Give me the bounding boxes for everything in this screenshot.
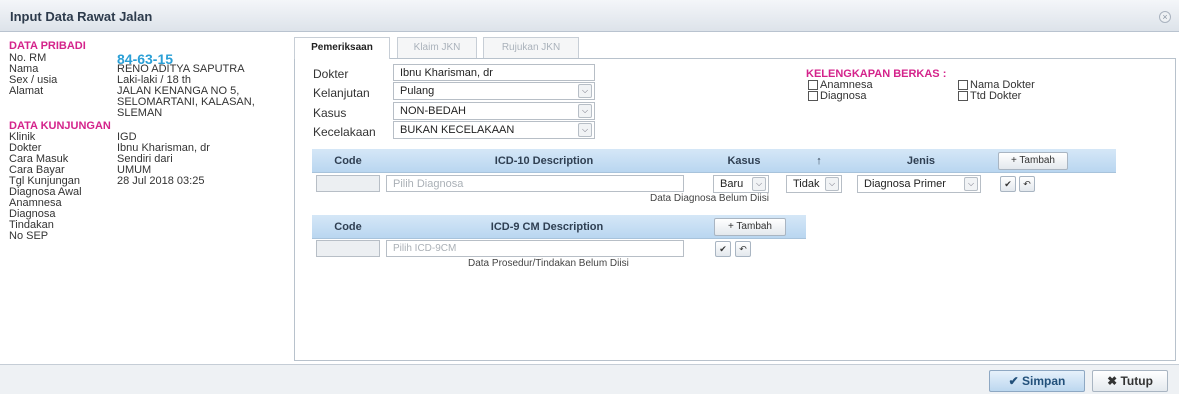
kasus-value: NON-BEDAH — [400, 105, 467, 117]
icd10-jenis-value: Diagnosa Primer — [864, 178, 946, 190]
chevron-down-icon[interactable]: ⌵ — [964, 177, 978, 191]
icd10-diagnosa-input[interactable]: Pilih Diagnosa — [386, 175, 684, 192]
tab-pemeriksaan[interactable]: Pemeriksaan — [294, 37, 390, 59]
nama-dokter-checkbox[interactable] — [958, 80, 968, 90]
icd9-tambah-button[interactable]: + Tambah — [714, 218, 786, 236]
undo-icon[interactable]: ↶ — [735, 241, 751, 257]
icd10-col-jenis: Jenis — [906, 155, 936, 167]
alamat-line-3: SLEMAN — [117, 107, 163, 119]
icd9-col-description: ICD-9 CM Description — [490, 221, 604, 233]
ttd-dokter-checkbox[interactable] — [958, 91, 968, 101]
undo-icon[interactable]: ↶ — [1019, 176, 1035, 192]
chevron-down-icon[interactable]: ⌵ — [578, 84, 592, 98]
diagnosa-checkbox[interactable] — [808, 91, 818, 101]
icd9-empty-message: Data Prosedur/Tindakan Belum Diisi — [468, 258, 629, 269]
kasus-field-label: Kasus — [313, 106, 347, 120]
section-data-pribadi: DATA PRIBADI — [9, 40, 86, 52]
kelanjutan-value: Pulang — [400, 85, 435, 97]
window-title: Input Data Rawat Jalan — [10, 9, 153, 24]
kecelakaan-value: BUKAN KECELAKAAN — [400, 124, 515, 136]
icd10-col-code: Code — [334, 155, 362, 167]
no-sep-label: No SEP — [9, 230, 49, 242]
tab-rujukan-jkn[interactable]: Rujukan JKN — [483, 37, 579, 59]
alamat-label: Alamat — [9, 85, 44, 97]
icd10-jenis-select[interactable]: Diagnosa Primer — [857, 175, 981, 193]
window-titlebar — [0, 0, 1179, 32]
kecelakaan-field-label: Kecelakaan — [313, 125, 376, 139]
icd10-col-arrow: ↑ — [816, 155, 822, 167]
icd9-col-code: Code — [334, 221, 362, 233]
dokter-input[interactable]: Ibnu Kharisman, dr — [393, 64, 595, 81]
check-icon[interactable]: ✔ — [715, 241, 731, 257]
tab-klaim-jkn[interactable]: Klaim JKN — [397, 37, 477, 59]
icd10-code-input[interactable] — [316, 175, 380, 192]
chevron-down-icon[interactable]: ⌵ — [578, 123, 592, 137]
icd10-col-description: ICD-10 Description — [494, 155, 594, 167]
check-icon[interactable]: ✔ — [1000, 176, 1016, 192]
kelanjutan-select[interactable]: Pulang — [393, 82, 595, 100]
chevron-down-icon[interactable]: ⌵ — [752, 177, 766, 191]
icd10-kasus-value: Baru — [720, 178, 744, 190]
ttd-dokter-checkbox-label: Ttd Dokter — [970, 90, 1022, 102]
icd10-empty-message: Data Diagnosa Belum Diisi — [650, 193, 769, 204]
icd10-tidak-value: Tidak — [793, 178, 820, 190]
chevron-down-icon[interactable]: ⌵ — [825, 177, 839, 191]
kelanjutan-field-label: Kelanjutan — [313, 86, 370, 100]
close-icon[interactable]: × — [1159, 11, 1171, 23]
dokter-field-label: Dokter — [313, 67, 349, 81]
icd10-tambah-button[interactable]: + Tambah — [998, 152, 1068, 170]
kecelakaan-select[interactable]: BUKAN KECELAKAAN — [393, 121, 595, 139]
simpan-button[interactable]: ✔ Simpan — [989, 370, 1085, 392]
icd9-input[interactable]: Pilih ICD-9CM — [386, 240, 684, 257]
tutup-button[interactable]: ✖ Tutup — [1092, 370, 1168, 392]
icd9-code-input[interactable] — [316, 240, 380, 257]
chevron-down-icon[interactable]: ⌵ — [578, 104, 592, 118]
kasus-select[interactable]: NON-BEDAH — [393, 102, 595, 120]
anamnesa-checkbox[interactable] — [808, 80, 818, 90]
diagnosa-checkbox-label: Diagnosa — [820, 90, 867, 102]
icd10-col-kasus: Kasus — [727, 155, 761, 167]
tgl-kunjungan-value: 28 Jul 2018 03:25 — [117, 175, 205, 187]
